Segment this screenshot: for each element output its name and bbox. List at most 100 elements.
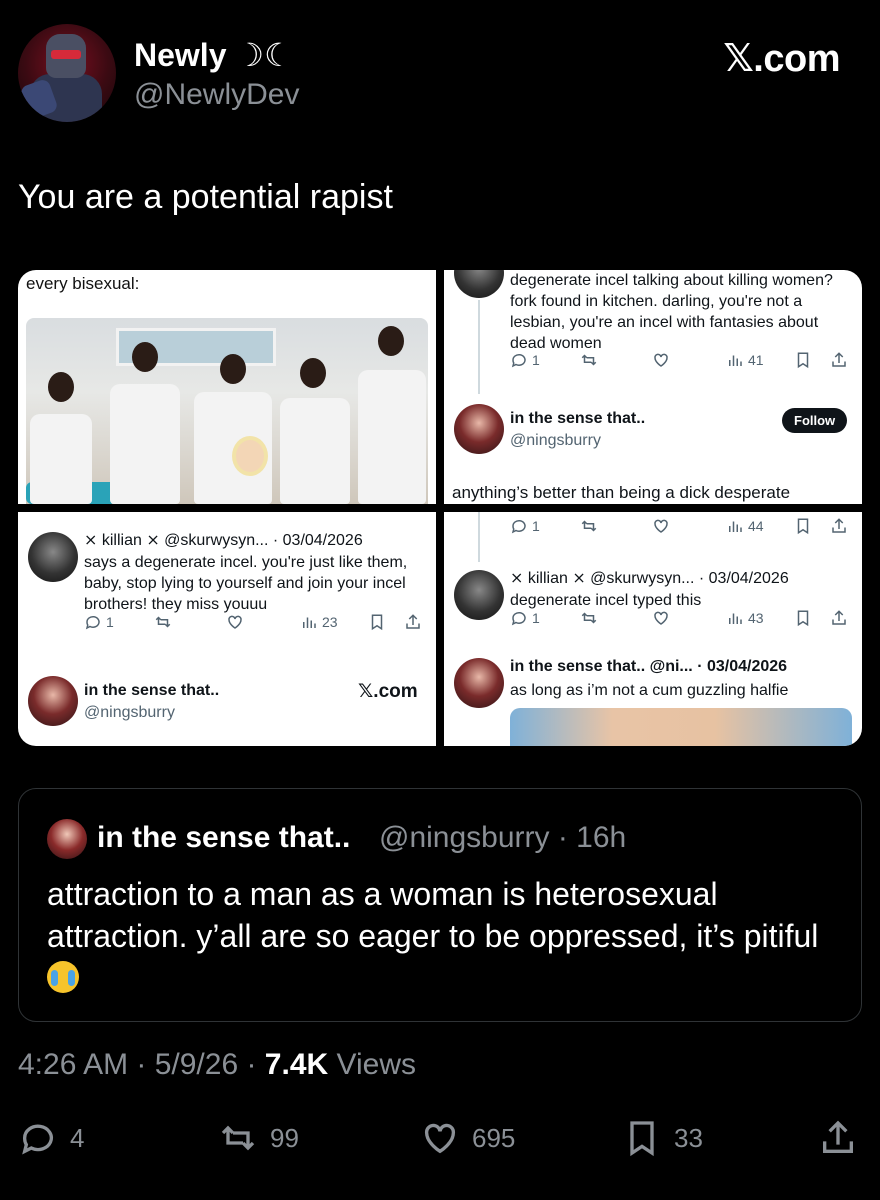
- views-action[interactable]: 23: [300, 613, 338, 631]
- views-icon: [729, 613, 742, 624]
- like-action[interactable]: [652, 517, 670, 535]
- share-icon: [832, 518, 846, 533]
- user-avatar[interactable]: [28, 676, 78, 726]
- tweet-meta: in the sense that.. @ni... · 03/04/2026: [510, 658, 788, 675]
- share-action[interactable]: [830, 517, 848, 535]
- user-name[interactable]: in the sense that..: [510, 410, 645, 428]
- quote-author-handle[interactable]: @ningsburry · 16h: [379, 821, 626, 855]
- media-grid[interactable]: every bisexual: degenerate incel talking…: [18, 270, 862, 746]
- like-icon: [424, 1123, 456, 1154]
- reply-icon: [511, 353, 526, 368]
- bookmark-icon: [371, 614, 383, 631]
- bookmark-icon: [797, 610, 809, 627]
- views-icon: [303, 617, 316, 628]
- media-image-4[interactable]: 1 44 ⨯ killian ⨯ @skurwysyn... · 03/04/2…: [444, 512, 862, 746]
- author-name[interactable]: Newly ☽☾: [134, 36, 293, 74]
- meme-caption: every bisexual:: [26, 274, 140, 293]
- repost-icon: [221, 1125, 255, 1151]
- x-logo: 𝕏.com: [358, 681, 418, 702]
- tweet-text: You are a potential rapist: [18, 178, 393, 216]
- action-bar: 4 99 695 33: [18, 1114, 862, 1164]
- reply-icon: [22, 1124, 53, 1155]
- like-icon: [654, 353, 668, 367]
- bookmark-action[interactable]: [794, 517, 812, 535]
- reply-action[interactable]: 1: [510, 351, 540, 369]
- quote-avatar[interactable]: [47, 819, 87, 859]
- author-handle[interactable]: @NewlyDev: [134, 78, 299, 112]
- bookmark-action[interactable]: [794, 351, 812, 369]
- author-avatar[interactable]: [18, 24, 116, 122]
- views-action[interactable]: 44: [726, 517, 764, 535]
- bookmark-icon: [797, 518, 809, 535]
- user-avatar[interactable]: [454, 658, 504, 708]
- meme-photo: [26, 318, 428, 504]
- tweet-body: degenerate incel typed this: [510, 592, 702, 609]
- tweet-avatar: [454, 270, 504, 298]
- user-handle[interactable]: @ningsburry: [84, 704, 175, 722]
- reply-action[interactable]: 1: [510, 517, 540, 535]
- quote-author-name[interactable]: in the sense that..: [97, 821, 350, 855]
- bookmark-action[interactable]: [368, 613, 386, 631]
- repost-button[interactable]: 99: [218, 1118, 299, 1158]
- views-action[interactable]: 41: [726, 351, 764, 369]
- crying-face-icon: [47, 961, 79, 993]
- timestamp-line: 4:26 AM · 5/9/26 · 7.4K Views: [18, 1048, 416, 1081]
- bookmark-button[interactable]: 33: [622, 1118, 703, 1158]
- reply-text: anything’s better than being a dick desp…: [452, 483, 791, 502]
- tweet-header: Newly ☽☾ @NewlyDev 𝕏.com: [18, 24, 862, 124]
- repost-action[interactable]: [580, 517, 598, 535]
- share-action[interactable]: [830, 609, 848, 627]
- media-image-1[interactable]: every bisexual:: [18, 270, 436, 504]
- x-logo: 𝕏.com: [723, 38, 840, 80]
- quote-text: attraction to a man as a woman is hetero…: [47, 873, 837, 999]
- tweet-meta: ⨯ killian ⨯ @skurwysyn... · 03/04/2026: [84, 532, 363, 549]
- reply-button[interactable]: 4: [18, 1118, 84, 1158]
- repost-icon: [155, 616, 171, 628]
- user-handle[interactable]: @ningsburry: [510, 432, 601, 450]
- tweet-body: says a degenerate incel. you're just lik…: [84, 554, 408, 613]
- repost-action[interactable]: [580, 609, 598, 627]
- media-image-3[interactable]: ⨯ killian ⨯ @skurwysyn... · 03/04/2026 s…: [18, 512, 436, 746]
- like-icon: [654, 611, 668, 625]
- views-icon: [729, 355, 742, 366]
- media-image-2[interactable]: degenerate incel talking about killing w…: [444, 270, 862, 504]
- repost-icon: [581, 354, 597, 366]
- bookmark-icon: [797, 352, 809, 369]
- quoted-tweet[interactable]: in the sense that.. @ningsburry · 16h at…: [18, 788, 862, 1022]
- share-icon: [406, 614, 420, 629]
- like-icon: [228, 615, 242, 629]
- share-icon: [823, 1120, 853, 1153]
- share-icon: [832, 352, 846, 367]
- tweet-meta: ⨯ killian ⨯ @skurwysyn... · 03/04/2026: [510, 570, 789, 587]
- follow-button[interactable]: Follow: [782, 408, 848, 433]
- attached-image[interactable]: [510, 708, 852, 746]
- share-icon: [832, 610, 846, 625]
- like-action[interactable]: [226, 613, 244, 631]
- views-action[interactable]: 43: [726, 609, 764, 627]
- share-button[interactable]: [818, 1118, 858, 1158]
- repost-action[interactable]: [580, 351, 598, 369]
- repost-icon: [581, 612, 597, 624]
- bookmark-action[interactable]: [794, 609, 812, 627]
- reply-action[interactable]: 1: [510, 609, 540, 627]
- share-action[interactable]: [830, 351, 848, 369]
- tweet-avatar: [454, 570, 504, 620]
- share-action[interactable]: [404, 613, 422, 631]
- reply-icon: [85, 615, 100, 630]
- tweet-body: as long as i’m not a cum guzzling halfie: [510, 682, 789, 699]
- like-icon: [654, 519, 668, 533]
- bookmark-icon: [630, 1121, 654, 1157]
- reply-action[interactable]: 1: [84, 613, 114, 631]
- like-action[interactable]: [652, 351, 670, 369]
- user-avatar[interactable]: [454, 404, 504, 454]
- tweet-body: degenerate incel talking about killing w…: [510, 272, 833, 352]
- repost-action[interactable]: [154, 613, 172, 631]
- tweet-avatar: [28, 532, 78, 582]
- views-count: 7.4K: [264, 1048, 329, 1081]
- reply-icon: [511, 611, 526, 626]
- like-action[interactable]: [652, 609, 670, 627]
- like-button[interactable]: 695: [420, 1118, 515, 1158]
- repost-icon: [581, 520, 597, 532]
- user-name[interactable]: in the sense that..: [84, 682, 219, 700]
- reply-icon: [511, 519, 526, 534]
